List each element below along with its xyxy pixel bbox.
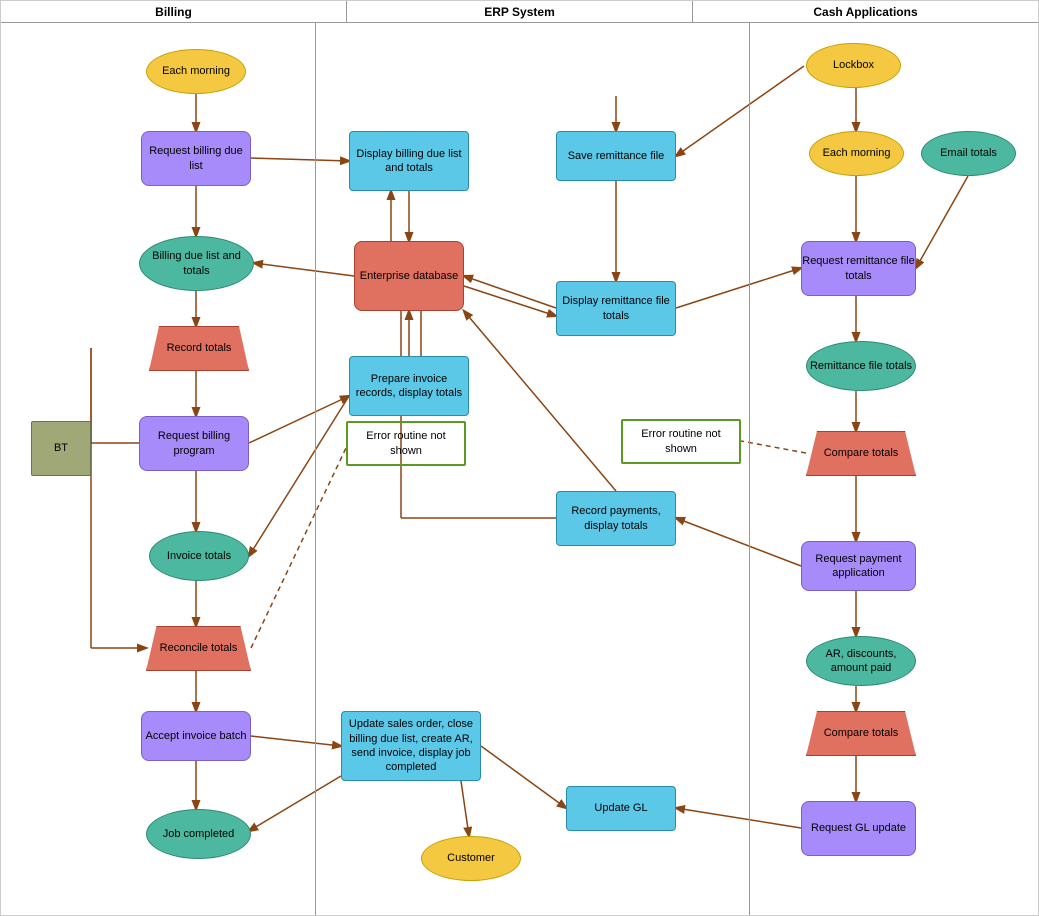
job-completed: Job completed (146, 809, 251, 859)
compare-totals-bottom: Compare totals (806, 711, 916, 756)
compare-totals-top: Compare totals (806, 431, 916, 476)
remittance-file-totals: Remittance file totals (806, 341, 916, 391)
diagram-container: Billing ERP System Cash Applications (0, 0, 1039, 916)
error-routine-cash: Error routine not shown (621, 419, 741, 464)
update-gl: Update GL (566, 786, 676, 831)
header-erp: ERP System (347, 1, 693, 22)
header-row: Billing ERP System Cash Applications (1, 1, 1038, 23)
request-billing-due-list: Request billing due list (141, 131, 251, 186)
save-remittance: Save remittance file (556, 131, 676, 181)
display-billing-due: Display billing due list and totals (349, 131, 469, 191)
invoice-totals: Invoice totals (149, 531, 249, 581)
request-billing-program: Request billing program (139, 416, 249, 471)
request-payment-app: Request payment application (801, 541, 916, 591)
lane-divider-1 (315, 23, 316, 915)
customer: Customer (421, 836, 521, 881)
email-totals: Email totals (921, 131, 1016, 176)
enterprise-db: Enterprise database (354, 241, 464, 311)
header-billing: Billing (1, 1, 347, 22)
each-morning-billing: Each morning (146, 49, 246, 94)
display-remittance: Display remittance file totals (556, 281, 676, 336)
each-morning-cash: Each morning (809, 131, 904, 176)
billing-due-list-totals: Billing due list and totals (139, 236, 254, 291)
error-routine-erp: Error routine not shown (346, 421, 466, 466)
request-remittance: Request remittance file totals (801, 241, 916, 296)
lockbox: Lockbox (806, 43, 901, 88)
prepare-invoice: Prepare invoice records, display totals (349, 356, 469, 416)
lane-divider-2 (749, 23, 750, 915)
reconcile-totals: Reconcile totals (146, 626, 251, 671)
record-payments: Record payments, display totals (556, 491, 676, 546)
bt: BT (31, 421, 91, 476)
update-sales-order: Update sales order, close billing due li… (341, 711, 481, 781)
ar-discounts: AR, discounts, amount paid (806, 636, 916, 686)
record-totals-billing: Record totals (149, 326, 249, 371)
header-cash: Cash Applications (693, 1, 1038, 22)
accept-invoice-batch: Accept invoice batch (141, 711, 251, 761)
request-gl-update: Request GL update (801, 801, 916, 856)
